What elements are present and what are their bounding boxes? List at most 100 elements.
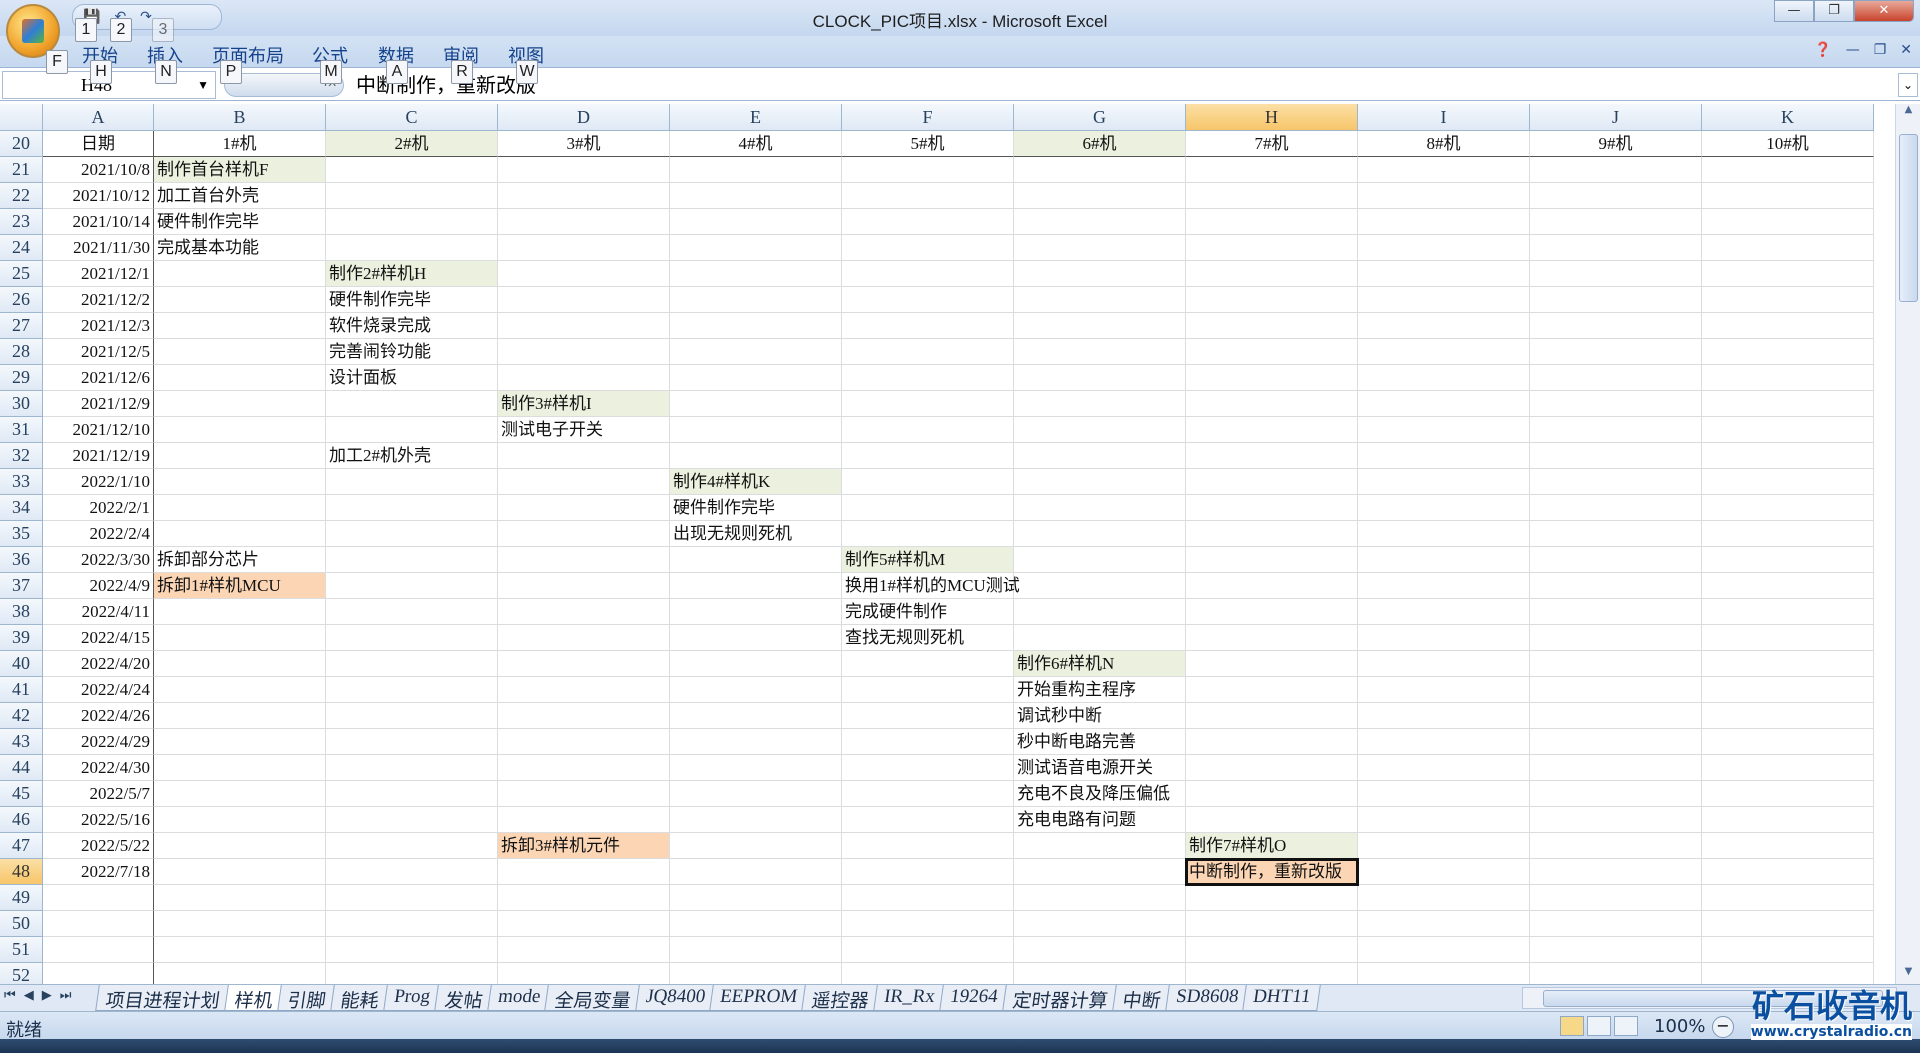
cell-B48[interactable] (154, 859, 326, 885)
column-header-B[interactable]: B (154, 104, 326, 131)
cell-F33[interactable] (842, 469, 1014, 495)
cell-J22[interactable] (1530, 183, 1702, 209)
cell-A34[interactable]: 2022/2/1 (43, 495, 154, 521)
cell-K21[interactable] (1702, 157, 1874, 183)
cell-B27[interactable] (154, 313, 326, 339)
cell-H28[interactable] (1186, 339, 1358, 365)
cell-A39[interactable]: 2022/4/15 (43, 625, 154, 651)
cell-E30[interactable] (670, 391, 842, 417)
cell-G47[interactable] (1014, 833, 1186, 859)
row-header-24[interactable]: 24 (0, 235, 43, 261)
cell-I22[interactable] (1358, 183, 1530, 209)
cell-G45[interactable]: 充电不良及降压偏低 (1014, 781, 1186, 807)
normal-view-button[interactable] (1560, 1016, 1584, 1036)
scroll-down-icon[interactable]: ▼ (1896, 966, 1920, 984)
cell-A20[interactable]: 日期 (43, 131, 154, 157)
sheet-tab[interactable]: 全局变量 (544, 985, 643, 1012)
cell-J31[interactable] (1530, 417, 1702, 443)
cell-B51[interactable] (154, 937, 326, 963)
cell-G33[interactable] (1014, 469, 1186, 495)
cell-D21[interactable] (498, 157, 670, 183)
cell-F20[interactable]: 5#机 (842, 131, 1014, 157)
cell-B34[interactable] (154, 495, 326, 521)
restore-workbook-icon[interactable]: ❐ (1874, 42, 1887, 58)
cell-B36[interactable]: 拆卸部分芯片 (154, 547, 326, 573)
cell-J20[interactable]: 9#机 (1530, 131, 1702, 157)
cell-F46[interactable] (842, 807, 1014, 833)
cell-E42[interactable] (670, 703, 842, 729)
cell-D45[interactable] (498, 781, 670, 807)
chevron-down-icon[interactable]: ▼ (197, 72, 209, 98)
cell-B39[interactable] (154, 625, 326, 651)
cell-C26[interactable]: 硬件制作完毕 (326, 287, 498, 313)
cell-I20[interactable]: 8#机 (1358, 131, 1530, 157)
cell-E28[interactable] (670, 339, 842, 365)
cell-E36[interactable] (670, 547, 842, 573)
cell-C44[interactable] (326, 755, 498, 781)
cell-B20[interactable]: 1#机 (154, 131, 326, 157)
cell-J25[interactable] (1530, 261, 1702, 287)
cell-K37[interactable] (1702, 573, 1874, 599)
cell-G23[interactable] (1014, 209, 1186, 235)
cell-E22[interactable] (670, 183, 842, 209)
cell-K43[interactable] (1702, 729, 1874, 755)
sheet-tab[interactable]: 19264 (939, 985, 1009, 1011)
cell-F23[interactable] (842, 209, 1014, 235)
cell-K23[interactable] (1702, 209, 1874, 235)
cell-C49[interactable] (326, 885, 498, 911)
select-all-corner[interactable] (0, 104, 43, 131)
cell-D43[interactable] (498, 729, 670, 755)
row-header-34[interactable]: 34 (0, 495, 43, 521)
cell-H33[interactable] (1186, 469, 1358, 495)
cell-A22[interactable]: 2021/10/12 (43, 183, 154, 209)
cell-G21[interactable] (1014, 157, 1186, 183)
cell-H36[interactable] (1186, 547, 1358, 573)
cell-K51[interactable] (1702, 937, 1874, 963)
cell-I43[interactable] (1358, 729, 1530, 755)
cell-I44[interactable] (1358, 755, 1530, 781)
cell-I46[interactable] (1358, 807, 1530, 833)
cell-K35[interactable] (1702, 521, 1874, 547)
cell-H26[interactable] (1186, 287, 1358, 313)
cell-E31[interactable] (670, 417, 842, 443)
cell-B26[interactable] (154, 287, 326, 313)
cell-C31[interactable] (326, 417, 498, 443)
row-header-36[interactable]: 36 (0, 547, 43, 573)
cell-B41[interactable] (154, 677, 326, 703)
row-header-43[interactable]: 43 (0, 729, 43, 755)
row-header-50[interactable]: 50 (0, 911, 43, 937)
cell-K49[interactable] (1702, 885, 1874, 911)
cell-K44[interactable] (1702, 755, 1874, 781)
cell-E21[interactable] (670, 157, 842, 183)
cell-A36[interactable]: 2022/3/30 (43, 547, 154, 573)
cell-D30[interactable]: 制作3#样机I (498, 391, 670, 417)
cell-I30[interactable] (1358, 391, 1530, 417)
cell-C25[interactable]: 制作2#样机H (326, 261, 498, 287)
cell-K22[interactable] (1702, 183, 1874, 209)
cell-E47[interactable] (670, 833, 842, 859)
cell-H34[interactable] (1186, 495, 1358, 521)
cell-A31[interactable]: 2021/12/10 (43, 417, 154, 443)
cell-D41[interactable] (498, 677, 670, 703)
cell-J46[interactable] (1530, 807, 1702, 833)
cell-J48[interactable] (1530, 859, 1702, 885)
cell-K34[interactable] (1702, 495, 1874, 521)
cell-A44[interactable]: 2022/4/30 (43, 755, 154, 781)
cell-D51[interactable] (498, 937, 670, 963)
cell-I27[interactable] (1358, 313, 1530, 339)
cell-F21[interactable] (842, 157, 1014, 183)
cell-F40[interactable] (842, 651, 1014, 677)
cell-H43[interactable] (1186, 729, 1358, 755)
cell-K39[interactable] (1702, 625, 1874, 651)
cell-E37[interactable] (670, 573, 842, 599)
cell-D36[interactable] (498, 547, 670, 573)
cell-C35[interactable] (326, 521, 498, 547)
cell-A38[interactable]: 2022/4/11 (43, 599, 154, 625)
cell-J26[interactable] (1530, 287, 1702, 313)
cell-A25[interactable]: 2021/12/1 (43, 261, 154, 287)
cell-G32[interactable] (1014, 443, 1186, 469)
cell-G48[interactable] (1014, 859, 1186, 885)
row-header-49[interactable]: 49 (0, 885, 43, 911)
row-header-27[interactable]: 27 (0, 313, 43, 339)
cell-H44[interactable] (1186, 755, 1358, 781)
